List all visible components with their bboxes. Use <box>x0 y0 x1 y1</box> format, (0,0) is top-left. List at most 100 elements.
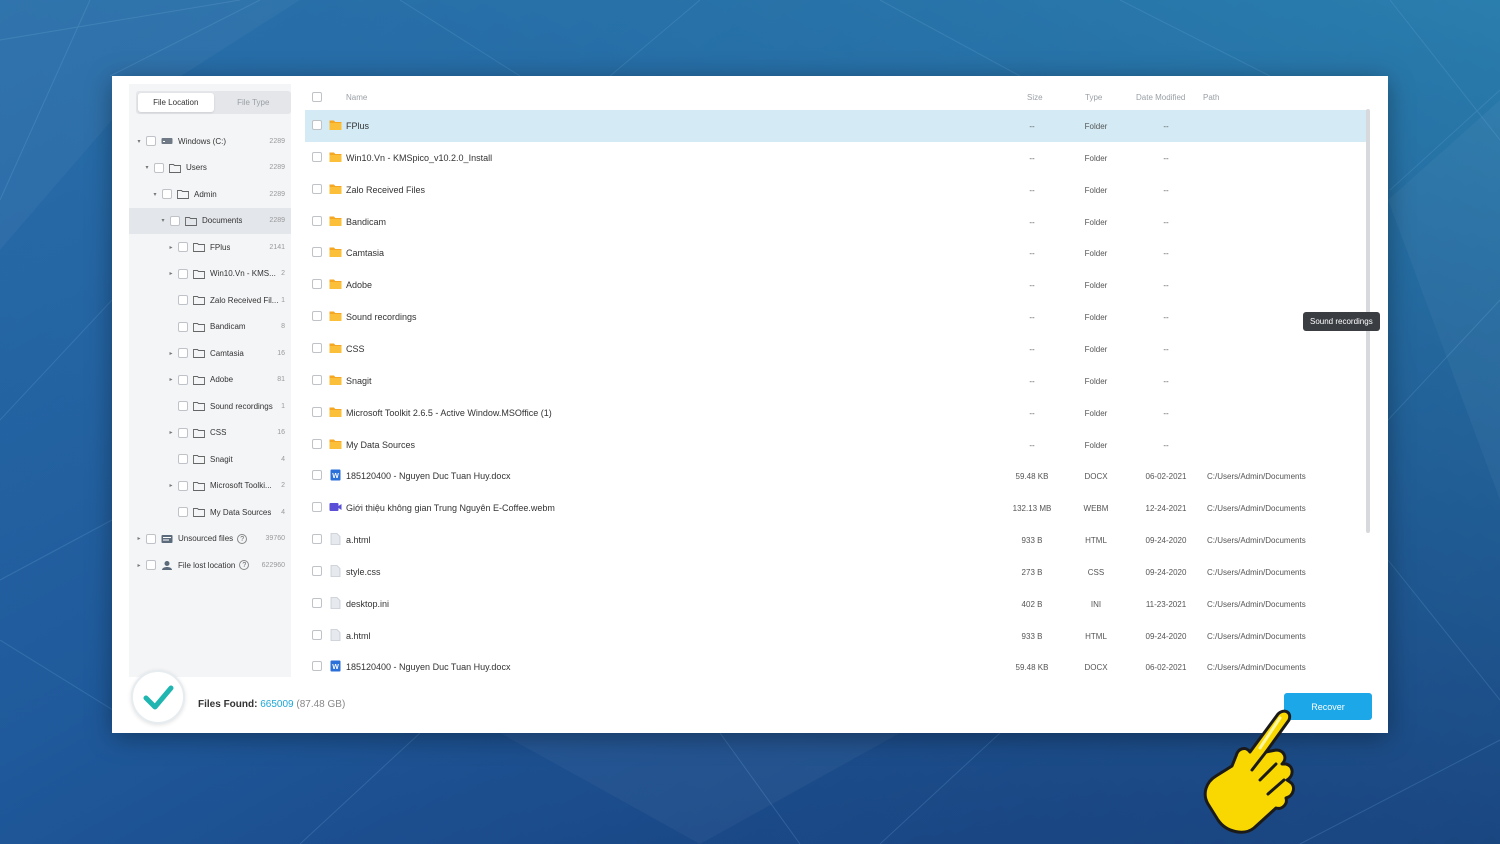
table-row[interactable]: style.css 273 B CSS 09-24-2020 C:/Users/Admi… <box>305 556 1367 588</box>
tree-item[interactable]: ▸ FPlus 2141 <box>129 234 291 260</box>
col-path[interactable]: Path <box>1203 93 1219 102</box>
tree-item[interactable]: ▸ Win10.Vn - KMS... 2 <box>129 261 291 287</box>
tree-checkbox[interactable] <box>162 189 172 199</box>
table-row[interactable]: Camtasia -- Folder -- <box>305 237 1367 269</box>
row-checkbox[interactable] <box>312 502 322 513</box>
tree-checkbox[interactable] <box>178 480 188 491</box>
file-date: -- <box>1163 408 1169 418</box>
expand-caret-icon[interactable]: ▾ <box>135 138 143 145</box>
tree-item[interactable]: ▾ Documents 2289 <box>129 207 291 234</box>
file-size: -- <box>1029 408 1035 418</box>
row-checkbox[interactable] <box>312 279 322 290</box>
tree-item[interactable]: ▸ Camtasia 16 <box>129 340 291 366</box>
tree-checkbox[interactable] <box>178 321 188 332</box>
tree-checkbox[interactable] <box>178 507 188 517</box>
tree-item[interactable]: ▸ Microsoft Toolki... 2 <box>129 473 291 499</box>
row-checkbox[interactable] <box>312 470 322 481</box>
row-checkbox[interactable] <box>312 311 322 322</box>
tree-checkbox[interactable] <box>170 215 180 226</box>
tree-checkbox[interactable] <box>146 533 156 544</box>
file-size: -- <box>1029 313 1035 323</box>
row-checkbox[interactable] <box>312 247 322 258</box>
row-checkbox[interactable] <box>312 565 322 576</box>
tree-checkbox[interactable] <box>146 136 156 146</box>
tab-file-type[interactable]: File Type <box>216 91 292 114</box>
row-checkbox[interactable] <box>312 215 322 226</box>
expand-caret-icon[interactable]: ▸ <box>167 350 175 357</box>
folder-icon <box>177 189 189 199</box>
col-name[interactable]: Name <box>346 93 367 102</box>
table-row[interactable]: a.html 933 B HTML 09-24-2020 C:/Users/Admin/… <box>305 620 1367 652</box>
row-checkbox[interactable] <box>312 534 322 545</box>
row-checkbox[interactable] <box>312 661 322 672</box>
tree-item[interactable]: Snagit 4 <box>129 446 291 472</box>
folder-icon <box>329 215 342 227</box>
expand-caret-icon[interactable]: ▸ <box>167 482 175 489</box>
expand-caret-icon[interactable]: ▾ <box>159 217 167 224</box>
expand-caret-icon[interactable]: ▸ <box>167 429 175 436</box>
tree-item[interactable]: ▸ Adobe 81 <box>129 367 291 393</box>
table-row[interactable]: W 185120400 - Nguyen Duc Tuan Huy.docx 59.… <box>305 651 1367 677</box>
row-checkbox[interactable] <box>312 374 322 385</box>
tree-item[interactable]: ▸ File lost location? 622960 <box>129 552 291 578</box>
select-all-checkbox[interactable] <box>312 92 322 102</box>
file-name: Zalo Received Files <box>346 184 426 195</box>
row-checkbox[interactable] <box>312 406 322 417</box>
table-row[interactable]: Giới thiệu không gian Trung Nguyên E-Cof… <box>305 492 1367 524</box>
row-checkbox[interactable] <box>312 183 322 194</box>
tree-checkbox[interactable] <box>178 374 188 385</box>
tree-checkbox[interactable] <box>178 427 188 438</box>
col-date-modified[interactable]: Date Modified <box>1136 93 1185 102</box>
row-checkbox[interactable] <box>312 120 322 130</box>
tree-item-label: Users <box>186 163 207 172</box>
table-row[interactable]: Sound recordings -- Folder -- <box>305 301 1367 333</box>
tree-item[interactable]: ▸ Unsourced files? 39760 <box>129 526 291 552</box>
row-checkbox[interactable] <box>312 438 322 449</box>
tree-item[interactable]: ▾ Windows (C:) 2289 <box>129 128 291 154</box>
expand-caret-icon[interactable]: ▸ <box>167 376 175 383</box>
expand-caret-icon[interactable]: ▸ <box>135 535 143 542</box>
table-row[interactable]: a.html 933 B HTML 09-24-2020 C:/Users/Admin/… <box>305 524 1367 556</box>
help-icon[interactable]: ? <box>237 533 248 544</box>
help-icon[interactable]: ? <box>239 560 250 570</box>
row-checkbox[interactable] <box>312 597 322 608</box>
tree-item[interactable]: Bandicam 8 <box>129 314 291 340</box>
expand-caret-icon[interactable]: ▸ <box>167 270 175 277</box>
tree-item[interactable]: ▾ Admin 2289 <box>129 181 291 207</box>
table-row[interactable]: desktop.ini 402 B INI 11-23-2021 C:/Users/Ad… <box>305 588 1367 620</box>
tree-item[interactable]: ▸ CSS 16 <box>129 420 291 446</box>
tree-item[interactable]: My Data Sources 4 <box>129 499 291 525</box>
row-checkbox[interactable] <box>312 342 322 353</box>
table-row[interactable]: FPlus -- Folder -- <box>305 110 1367 142</box>
row-checkbox[interactable] <box>312 629 322 640</box>
tree-checkbox[interactable] <box>146 560 156 570</box>
table-row[interactable]: W 185120400 - Nguyen Duc Tuan Huy.docx 59.… <box>305 460 1367 492</box>
tree-checkbox[interactable] <box>178 268 188 279</box>
expand-caret-icon[interactable]: ▾ <box>151 191 159 198</box>
tree-item[interactable]: Zalo Received Fil... 1 <box>129 287 291 313</box>
table-row[interactable]: Snagit -- Folder -- <box>305 365 1367 397</box>
tree-item[interactable]: Sound recordings 1 <box>129 393 291 419</box>
expand-caret-icon[interactable]: ▾ <box>143 164 151 171</box>
tree-checkbox[interactable] <box>154 162 164 173</box>
table-row[interactable]: Bandicam -- Folder -- <box>305 206 1367 238</box>
tree-item[interactable]: ▾ Users 2289 <box>129 155 291 181</box>
table-row[interactable]: Win10.Vn - KMSpico_v10.2.0_Install -- Fold… <box>305 142 1367 174</box>
table-row[interactable]: Zalo Received Files -- Folder -- <box>305 174 1367 206</box>
row-checkbox[interactable] <box>312 151 322 162</box>
tab-file-location[interactable]: File Location <box>138 93 214 112</box>
col-size[interactable]: Size <box>1027 93 1043 102</box>
table-row[interactable]: CSS -- Folder -- <box>305 333 1367 365</box>
tree-checkbox[interactable] <box>178 454 188 464</box>
table-row[interactable]: Microsoft Toolkit 2.6.5 - Active Window.… <box>305 397 1367 429</box>
col-type[interactable]: Type <box>1085 93 1102 102</box>
expand-caret-icon[interactable]: ▸ <box>167 244 175 251</box>
tree-checkbox[interactable] <box>178 295 188 305</box>
expand-caret-icon[interactable]: ▸ <box>135 562 143 569</box>
tree-checkbox[interactable] <box>178 242 188 252</box>
tree-checkbox[interactable] <box>178 348 188 358</box>
file-date: -- <box>1163 313 1169 323</box>
tree-checkbox[interactable] <box>178 401 188 411</box>
table-row[interactable]: Adobe -- Folder -- <box>305 269 1367 301</box>
table-row[interactable]: My Data Sources -- Folder -- <box>305 429 1367 461</box>
